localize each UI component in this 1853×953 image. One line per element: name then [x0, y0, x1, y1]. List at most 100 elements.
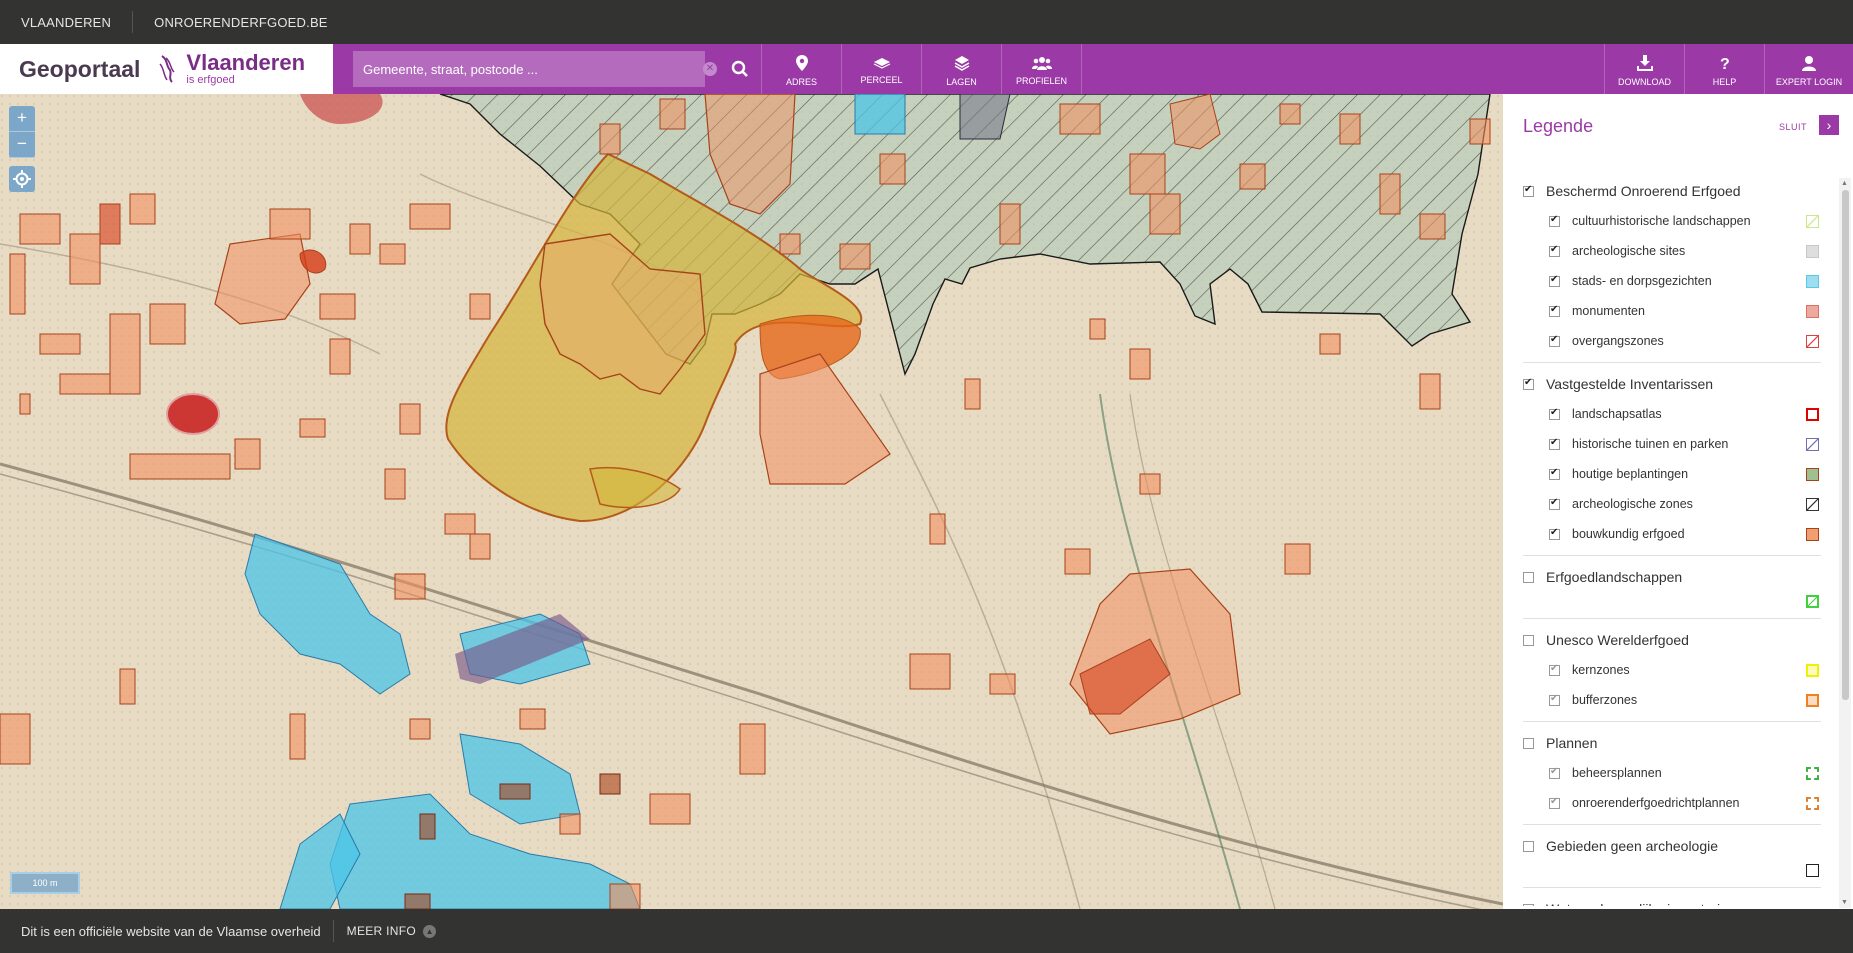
legend-scrollbar[interactable]: ▲ ▼	[1839, 178, 1851, 908]
item-checkbox[interactable]	[1549, 274, 1560, 287]
download-button[interactable]: DOWNLOAD	[1604, 44, 1684, 94]
search-box: ✕	[353, 51, 717, 87]
legend-group-row[interactable]: Gebieden geen archeologie	[1523, 831, 1821, 861]
item-checkbox[interactable]	[1549, 214, 1560, 227]
scale-bar: 100 m	[10, 872, 80, 894]
legend-item-onroerenderfgoedrichtplannen[interactable]: onroerenderfgoedrichtplannen	[1523, 788, 1821, 818]
legend-swatch-icon	[1806, 305, 1819, 318]
help-button[interactable]: ? HELP	[1684, 44, 1764, 94]
legend-item-monumenten[interactable]: monumenten	[1523, 296, 1821, 326]
group-checkbox[interactable]	[1523, 634, 1534, 646]
item-label: archeologische zones	[1572, 497, 1693, 511]
nav-adres-button[interactable]: ADRES	[761, 44, 841, 94]
meer-info-link[interactable]: MEER INFO	[334, 924, 416, 938]
brand-logo[interactable]: Geoportaal Vlaanderen is erfgoed	[0, 44, 333, 94]
item-checkbox[interactable]	[1549, 766, 1560, 779]
item-checkbox[interactable]	[1549, 527, 1560, 540]
zoom-in-button[interactable]: +	[9, 106, 35, 132]
legend-item-bouwkundig-erfgoed[interactable]: bouwkundig erfgoed	[1523, 519, 1821, 549]
item-label: onroerenderfgoedrichtplannen	[1572, 796, 1740, 810]
link-vlaanderen[interactable]: VLAANDEREN	[0, 15, 132, 30]
logo-main: Vlaanderen	[186, 50, 306, 75]
link-onroerenderfgoed[interactable]: ONROERENDERFGOED.BE	[133, 15, 349, 30]
legend-group-row[interactable]: Plannen	[1523, 728, 1821, 758]
crosshair-icon	[13, 170, 31, 188]
legend-swatch-icon	[1806, 335, 1819, 348]
search-input[interactable]	[363, 61, 683, 77]
item-checkbox[interactable]	[1549, 467, 1560, 480]
legend-group-plannen: Plannen beheersplannen onroerenderfgoedric…	[1523, 728, 1821, 825]
layers-icon	[954, 56, 969, 71]
item-label: historische tuinen en parken	[1572, 437, 1729, 451]
legend-item-archeologische-sites[interactable]: archeologische sites	[1523, 236, 1821, 266]
map-pin-icon	[795, 55, 808, 71]
item-checkbox[interactable]	[1549, 663, 1560, 676]
nav-profielen-button[interactable]: PROFIELEN	[1001, 44, 1081, 94]
nav-perceel-button[interactable]: PERCEEL	[841, 44, 921, 94]
legend-group-row[interactable]: Vastgestelde Inventarissen	[1523, 369, 1821, 399]
group-checkbox[interactable]	[1523, 571, 1534, 583]
legend-group-row[interactable]: Beschermd Onroerend Erfgoed	[1523, 176, 1821, 206]
item-label: archeologische sites	[1572, 244, 1686, 258]
group-checkbox[interactable]	[1523, 737, 1534, 749]
legend-group-gebieden-geen-archeologie: Gebieden geen archeologie	[1523, 831, 1821, 888]
item-checkbox[interactable]	[1549, 796, 1560, 809]
item-checkbox[interactable]	[1549, 334, 1560, 347]
group-label: Unesco Werelderfgoed	[1546, 632, 1689, 648]
chevron-up-icon[interactable]: ▲	[423, 924, 437, 938]
map-canvas[interactable]: + − 100 m	[0, 94, 1503, 909]
legend-item-stads-en-dorpsgezichten[interactable]: stads- en dorpsgezichten	[1523, 266, 1821, 296]
expert-login-label: EXPERT LOGIN	[1775, 77, 1843, 87]
zoom-out-button[interactable]: −	[9, 132, 35, 158]
legend-close-label[interactable]: SLUIT	[1779, 122, 1807, 132]
clear-icon[interactable]: ✕	[703, 62, 717, 76]
locate-button[interactable]	[9, 166, 35, 192]
historic-map-layer[interactable]	[0, 94, 1503, 909]
search-button[interactable]	[719, 44, 761, 94]
item-label: bufferzones	[1572, 693, 1638, 707]
legend-swatch-icon	[1806, 408, 1819, 421]
item-checkbox[interactable]	[1549, 407, 1560, 420]
legend-item-historische-tuinen-en-parken[interactable]: historische tuinen en parken	[1523, 429, 1821, 459]
scroll-thumb[interactable]	[1842, 190, 1849, 700]
download-label: DOWNLOAD	[1617, 77, 1671, 87]
item-checkbox[interactable]	[1549, 437, 1560, 450]
legend-item-overgangszones[interactable]: overgangszones	[1523, 326, 1821, 356]
legend-group-row[interactable]: Wetenschappelijke inventarissen	[1523, 894, 1821, 906]
legend-item-archeologische-zones[interactable]: archeologische zones	[1523, 489, 1821, 519]
legend-item-landschapsatlas[interactable]: landschapsatlas	[1523, 399, 1821, 429]
item-checkbox[interactable]	[1549, 244, 1560, 257]
group-label: Plannen	[1546, 735, 1598, 751]
legend-swatch-icon	[1806, 595, 1819, 608]
group-checkbox[interactable]	[1523, 903, 1534, 906]
chevron-right-icon[interactable]: ›	[1819, 115, 1839, 135]
legend-list[interactable]: Beschermd Onroerend Erfgoed cultuurhistor…	[1503, 176, 1833, 906]
scroll-up-icon[interactable]: ▲	[1841, 180, 1848, 187]
logo-sub: is erfgoed	[186, 74, 235, 86]
legend-swatch-icon	[1806, 767, 1819, 780]
legend-item-bufferzones[interactable]: bufferzones	[1523, 685, 1821, 715]
question-icon: ?	[1720, 56, 1730, 71]
legend-group-row[interactable]: Unesco Werelderfgoed	[1523, 625, 1821, 655]
item-checkbox[interactable]	[1549, 304, 1560, 317]
search-icon	[731, 60, 748, 77]
group-checkbox[interactable]	[1523, 377, 1534, 390]
legend-item-kernzones[interactable]: kernzones	[1523, 655, 1821, 685]
users-icon	[1031, 57, 1052, 70]
item-label: bouwkundig erfgoed	[1572, 527, 1685, 541]
legend-item-beheersplannen[interactable]: beheersplannen	[1523, 758, 1821, 788]
nav-adres-label: ADRES	[785, 77, 817, 87]
item-checkbox[interactable]	[1549, 693, 1560, 706]
legend-group-row[interactable]: Erfgoedlandschappen	[1523, 562, 1821, 592]
legend-item-cultuurhistorische-landschappen[interactable]: cultuurhistorische landschappen	[1523, 206, 1821, 236]
group-checkbox[interactable]	[1523, 184, 1534, 197]
legend-item-houtige-beplantingen[interactable]: houtige beplantingen	[1523, 459, 1821, 489]
legend-panel: Legende SLUIT › Beschermd Onroerend Erfg…	[1503, 94, 1853, 909]
item-checkbox[interactable]	[1549, 497, 1560, 510]
svg-text:?: ?	[1720, 56, 1730, 71]
group-checkbox[interactable]	[1523, 840, 1534, 852]
scroll-down-icon[interactable]: ▼	[1841, 899, 1848, 906]
expert-login-button[interactable]: EXPERT LOGIN	[1764, 44, 1853, 94]
nav-lagen-button[interactable]: LAGEN	[921, 44, 1001, 94]
app-name: Geoportaal	[19, 55, 141, 82]
